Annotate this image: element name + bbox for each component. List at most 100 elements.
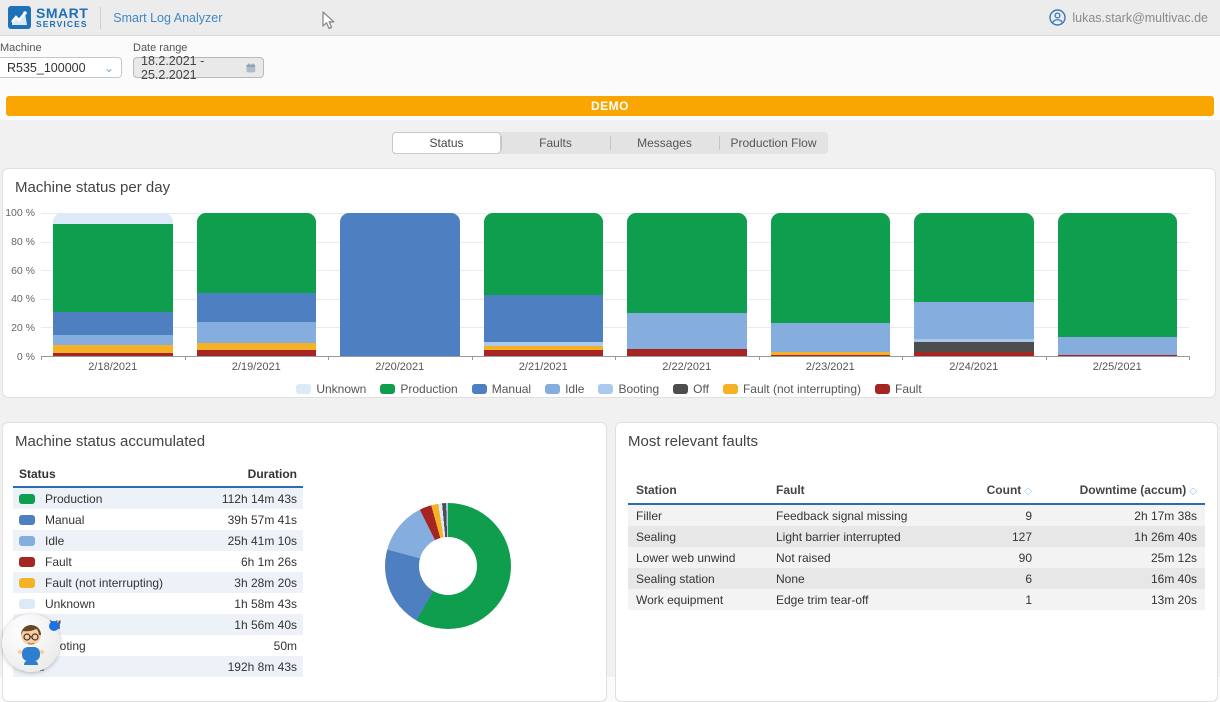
bar-segment-fault xyxy=(914,352,1034,356)
bar-segment-manual xyxy=(53,312,173,335)
machine-status-per-day-card: Machine status per day 100 %80 %60 %40 %… xyxy=(2,168,1216,398)
legend-swatch xyxy=(673,384,688,394)
bar-segment-idle xyxy=(197,322,317,343)
stacked-bar-2/20/2021[interactable] xyxy=(340,213,460,356)
stacked-bar-2/22/2021[interactable] xyxy=(627,213,747,356)
fault-row: Sealing stationNone616m 40s xyxy=(628,568,1205,589)
status-duration: 25h 41m 10s xyxy=(228,534,297,548)
machine-select[interactable]: R535_100000 ⌄ xyxy=(0,57,122,78)
user-email: lukas.stark@multivac.de xyxy=(1072,11,1208,25)
legend-item-unknown: Unknown xyxy=(296,382,366,396)
fault-description: Not raised xyxy=(776,551,942,565)
y-tick-label: 20 % xyxy=(11,322,35,334)
fault-row: Lower web unwindNot raised9025m 12s xyxy=(628,547,1205,568)
fault-station: Lower web unwind xyxy=(636,551,776,565)
status-name: Fault (not interrupting) xyxy=(45,576,163,590)
tab-bar: StatusFaultsMessagesProduction Flow xyxy=(392,132,828,154)
axis-tick xyxy=(1189,356,1190,360)
stacked-bar-2/24/2021[interactable] xyxy=(914,213,1034,356)
brand-text: SMART SERVICES xyxy=(36,6,88,29)
date-range-input[interactable]: 18.2.2021 - 25.2.2021 xyxy=(133,57,264,78)
column-header-count[interactable]: Count◇ xyxy=(942,483,1032,497)
axis-tick xyxy=(328,356,329,360)
bar-segment-idle xyxy=(771,323,891,352)
date-range-label: Date range xyxy=(133,42,264,54)
fault-station: Sealing xyxy=(636,530,776,544)
x-tick-label: 2/19/2021 xyxy=(185,361,329,373)
fault-row: SealingLight barrier interrupted1271h 26… xyxy=(628,526,1205,547)
brand-logo[interactable]: SMART SERVICES xyxy=(8,6,88,29)
tab-faults[interactable]: Faults xyxy=(501,132,610,154)
machine-filter: Machine R535_100000 ⌄ xyxy=(0,42,122,78)
x-tick-label: 2/20/2021 xyxy=(328,361,472,373)
axis-tick xyxy=(185,356,186,360)
stacked-bar-2/25/2021[interactable] xyxy=(1058,213,1178,356)
y-tick-label: 60 % xyxy=(11,265,35,277)
fault-station: Sealing station xyxy=(636,572,776,586)
app-title: Smart Log Analyzer xyxy=(113,11,222,25)
user-account[interactable]: lukas.stark@multivac.de xyxy=(1049,9,1208,26)
legend-swatch xyxy=(380,384,395,394)
fault-count: 1 xyxy=(942,593,1032,607)
y-tick-label: 100 % xyxy=(5,207,35,219)
stacked-bar-2/23/2021[interactable] xyxy=(771,213,891,356)
bar-segment-idle xyxy=(627,313,747,349)
stacked-bar-2/21/2021[interactable] xyxy=(484,213,604,356)
assistant-widget[interactable] xyxy=(2,614,60,672)
stacked-bar-2/19/2021[interactable] xyxy=(197,213,317,356)
accumulated-table-header: Status Duration xyxy=(13,463,303,488)
bar-slot-2/20/2021 xyxy=(328,213,472,356)
legend-swatch xyxy=(296,384,311,394)
bar-segment-fault xyxy=(197,350,317,356)
tab-status[interactable]: Status xyxy=(392,132,501,154)
x-tick-label: 2/18/2021 xyxy=(41,361,185,373)
status-name: Manual xyxy=(45,513,84,527)
bar-segment-fault-not-interrupting- xyxy=(53,345,173,354)
status-swatch xyxy=(19,515,35,525)
bar-segment-production xyxy=(197,213,317,293)
bar-segment-production xyxy=(484,213,604,295)
machine-label: Machine xyxy=(0,42,122,54)
user-icon xyxy=(1049,9,1066,26)
status-swatch xyxy=(19,578,35,588)
most-relevant-faults-card: Most relevant faults StationFaultCount◇D… xyxy=(615,422,1218,702)
bar-slot-2/22/2021 xyxy=(615,213,759,356)
legend-swatch xyxy=(875,384,890,394)
accumulated-title: Machine status accumulated xyxy=(15,433,205,450)
bar-segment-production xyxy=(53,224,173,311)
faults-title: Most relevant faults xyxy=(628,433,758,450)
legend-label: Fault (not interrupting) xyxy=(743,382,861,396)
stacked-bar-2/18/2021[interactable] xyxy=(53,213,173,356)
x-tick-label: 2/25/2021 xyxy=(1046,361,1190,373)
chart-plot-area xyxy=(41,213,1189,357)
chevron-down-icon: ⌄ xyxy=(104,62,114,74)
fault-count: 127 xyxy=(942,530,1032,544)
status-name: Idle xyxy=(45,534,64,548)
bar-slot-2/25/2021 xyxy=(1046,213,1190,356)
chart-title: Machine status per day xyxy=(15,179,170,196)
tabs-row: StatusFaultsMessagesProduction Flow xyxy=(0,132,1220,154)
bar-segment-fault xyxy=(1058,355,1178,356)
tab-messages[interactable]: Messages xyxy=(610,132,719,154)
date-range-value: 18.2.2021 - 25.2.2021 xyxy=(141,54,239,82)
bar-segment-idle xyxy=(1058,337,1178,354)
brand-line1: SMART xyxy=(36,6,88,20)
total-value: 192h 8m 43s xyxy=(228,660,297,674)
fault-count: 90 xyxy=(942,551,1032,565)
legend-label: Production xyxy=(400,382,457,396)
x-tick-label: 2/23/2021 xyxy=(759,361,903,373)
bar-segment-manual xyxy=(340,213,460,356)
status-duration: 50m xyxy=(274,639,297,653)
legend-swatch xyxy=(545,384,560,394)
legend-item-booting: Booting xyxy=(598,382,659,396)
y-tick-label: 80 % xyxy=(11,236,35,248)
fault-downtime: 1h 26m 40s xyxy=(1032,530,1197,544)
status-name: Unknown xyxy=(45,597,95,611)
tab-production-flow[interactable]: Production Flow xyxy=(719,132,828,154)
legend-item-fault-not-interrupting-: Fault (not interrupting) xyxy=(723,382,861,396)
column-header-downtime-accum-[interactable]: Downtime (accum)◇ xyxy=(1032,483,1197,497)
legend-item-manual: Manual xyxy=(472,382,531,396)
status-swatch xyxy=(19,494,35,504)
legend-item-production: Production xyxy=(380,382,457,396)
status-row-fault-not-interrupting-: Fault (not interrupting)3h 28m 20s xyxy=(13,572,303,593)
